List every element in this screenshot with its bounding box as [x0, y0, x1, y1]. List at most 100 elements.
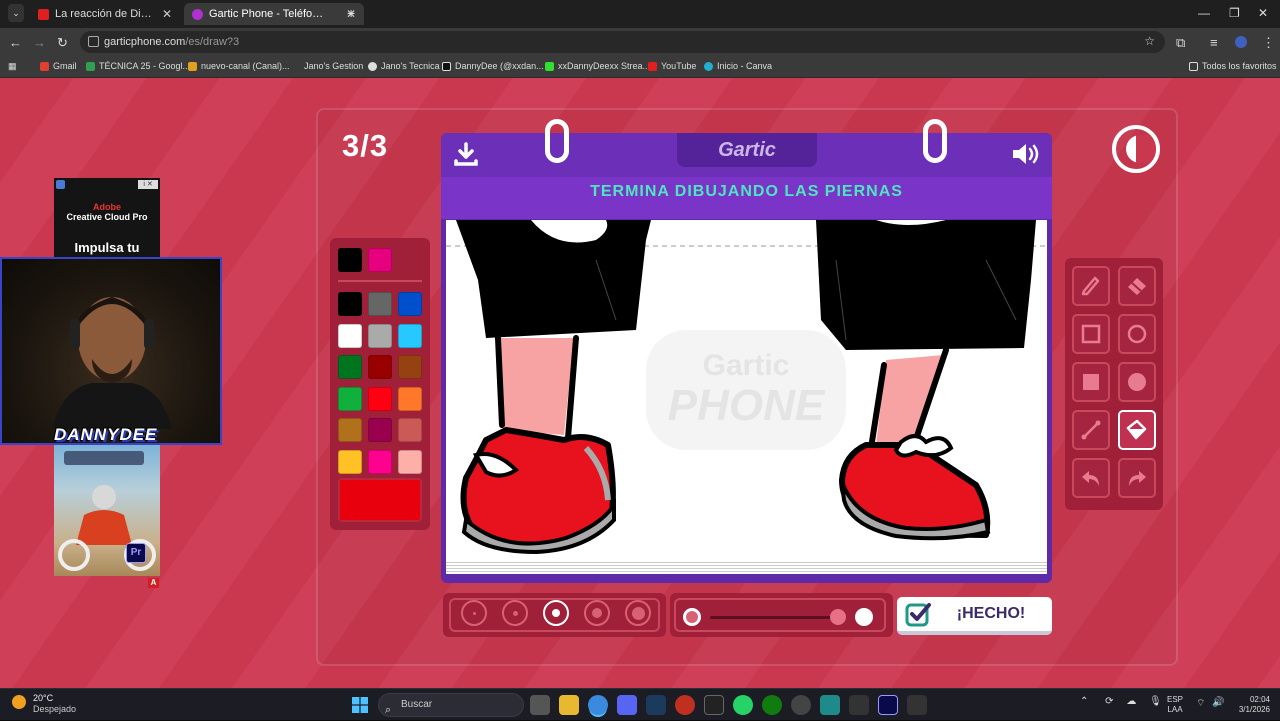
color-swatch[interactable]	[338, 449, 362, 474]
file-explorer-icon[interactable]	[559, 695, 579, 715]
bookmark-kick[interactable]: xxDannyDeexx Strea...	[545, 61, 650, 71]
tab-reaccion[interactable]: La reacción de Dieguito Fernan ✕	[30, 3, 180, 25]
site-info-icon[interactable]	[88, 36, 99, 47]
close-tab-icon[interactable]: ✕	[162, 7, 172, 21]
task-view-icon[interactable]	[530, 695, 550, 715]
obs-icon[interactable]	[791, 695, 811, 715]
line-tool[interactable]	[1072, 410, 1110, 450]
sync-icon[interactable]: ⟳	[1105, 696, 1113, 707]
mic-icon[interactable]: 🎙	[1149, 696, 1162, 707]
whatsapp-icon[interactable]	[733, 695, 753, 715]
color-swatch[interactable]	[368, 355, 392, 379]
color-swatch[interactable]	[368, 449, 392, 474]
chrome-icon[interactable]	[588, 695, 608, 715]
color-swatch[interactable]	[398, 418, 422, 442]
color-swatch[interactable]	[368, 418, 392, 442]
cloud-icon[interactable]: ☁	[1126, 696, 1136, 707]
redo-tool[interactable]	[1118, 458, 1156, 498]
ad-info-close[interactable]: i ✕	[138, 180, 158, 189]
reload-button[interactable]: ↻	[57, 35, 68, 51]
brush-size-option[interactable]	[625, 600, 651, 626]
profile-avatar[interactable]	[1235, 36, 1247, 48]
brave-icon[interactable]	[675, 695, 695, 715]
color-swatch[interactable]	[398, 292, 422, 316]
brush-size-option[interactable]	[584, 600, 610, 626]
windows-start-icon[interactable]	[352, 697, 368, 713]
current-color-swatch[interactable]	[338, 478, 422, 522]
forward-button[interactable]: →	[33, 35, 46, 50]
tab-search-button[interactable]: ⌄	[8, 4, 24, 22]
xbox-icon[interactable]	[762, 695, 782, 715]
fill-bucket-tool[interactable]	[1118, 410, 1156, 450]
ad-choices-icon[interactable]	[56, 180, 65, 189]
language-indicator[interactable]: ESP LAA	[1167, 695, 1183, 715]
theme-toggle-button[interactable]	[1112, 125, 1160, 173]
brush-size-option[interactable]	[502, 600, 528, 626]
epic-games-icon[interactable]	[704, 695, 724, 715]
steam-icon[interactable]	[646, 695, 666, 715]
extensions-icon[interactable]: ⧉	[1176, 35, 1185, 51]
taskbar-search[interactable]: ⌕ Buscar	[378, 693, 524, 717]
premiere-taskbar-icon[interactable]	[878, 695, 898, 715]
undo-tool[interactable]	[1072, 458, 1110, 498]
apps-icon[interactable]: ▦	[8, 61, 17, 72]
ad-banner-top[interactable]: i ✕ Adobe Creative Cloud Pro Impulsa tu	[54, 178, 160, 258]
clock[interactable]: 02:04 3/1/2026	[1228, 695, 1270, 715]
brush-size-option[interactable]	[543, 600, 569, 626]
system-tray[interactable]: ⌃ ⟳ ☁ 🎙	[1080, 696, 1162, 707]
eraser-tool[interactable]	[1118, 266, 1156, 306]
url-input[interactable]: garticphone.com/es/draw?3 ☆	[80, 31, 1165, 53]
filled-rectangle-tool[interactable]	[1072, 362, 1110, 402]
back-button[interactable]: ←	[9, 35, 22, 50]
menu-icon[interactable]: ⋮	[1262, 35, 1275, 51]
download-icon[interactable]	[453, 141, 479, 167]
color-swatch[interactable]	[398, 386, 422, 411]
sound-icon[interactable]	[1011, 141, 1041, 167]
color-swatch[interactable]	[398, 449, 422, 474]
color-swatch[interactable]	[368, 323, 392, 348]
capcut-icon[interactable]	[849, 695, 869, 715]
filled-ellipse-tool[interactable]	[1118, 362, 1156, 402]
wifi-icon[interactable]: ⌔	[1196, 697, 1205, 710]
reading-list-icon[interactable]: ≡	[1210, 35, 1218, 50]
maximize-button[interactable]: ❐	[1229, 6, 1240, 20]
color-swatch[interactable]	[338, 292, 362, 316]
color-swatch[interactable]	[338, 323, 362, 348]
color-swatch[interactable]	[338, 355, 362, 379]
discord-icon[interactable]	[617, 695, 637, 715]
bookmark-dannydee[interactable]: DannyDee (@xxdan...	[442, 61, 544, 71]
ellipse-tool[interactable]	[1118, 314, 1156, 354]
bookmark-gmail[interactable]: Gmail	[40, 61, 77, 71]
new-tab-button[interactable]: +	[347, 5, 355, 21]
bookmark-tecnica[interactable]: TÉCNICA 25 - Googl...	[86, 61, 190, 71]
bookmark-youtube[interactable]: YouTube	[648, 61, 696, 71]
capcut-icon-2[interactable]	[907, 695, 927, 715]
bookmark-janos-gestion[interactable]: Jano's Gestion	[304, 61, 363, 71]
bookmark-nuevo-canal[interactable]: nuevo-canal (Canal)...	[188, 61, 290, 71]
color-swatch[interactable]	[338, 386, 362, 411]
streamer-app-icon[interactable]	[820, 695, 840, 715]
slider-handle[interactable]	[830, 609, 846, 625]
bookmark-janos-tecnica[interactable]: Jano's Tecnica	[368, 61, 440, 71]
done-button[interactable]: ¡HECHO!	[897, 597, 1052, 635]
ad-banner-bottom[interactable]: Pr	[54, 445, 160, 576]
color-swatch[interactable]	[398, 355, 422, 379]
color-swatch[interactable]	[368, 386, 392, 411]
bookmark-canva[interactable]: Inicio - Canva	[704, 61, 772, 71]
color-swatch[interactable]	[368, 292, 392, 316]
chevron-up-icon[interactable]: ⌃	[1080, 696, 1088, 707]
drawing-canvas[interactable]: Gartic PHONE	[446, 220, 1047, 560]
pencil-tool[interactable]	[1072, 266, 1110, 306]
minimize-button[interactable]: —	[1198, 6, 1210, 20]
active-color-primary[interactable]	[338, 248, 362, 272]
close-window-button[interactable]: ✕	[1258, 6, 1268, 20]
rectangle-tool[interactable]	[1072, 314, 1110, 354]
tab-gartic[interactable]: Gartic Phone - Teléfono Descon ✕	[184, 3, 364, 25]
color-swatch[interactable]	[398, 323, 422, 348]
bookmark-star-icon[interactable]: ☆	[1144, 34, 1155, 48]
all-bookmarks[interactable]: Todos los favoritos	[1189, 61, 1277, 71]
opacity-slider[interactable]	[670, 593, 893, 637]
volume-icon[interactable]: 🔊	[1212, 697, 1224, 708]
color-swatch[interactable]	[338, 418, 362, 442]
brush-size-option[interactable]	[461, 600, 487, 626]
